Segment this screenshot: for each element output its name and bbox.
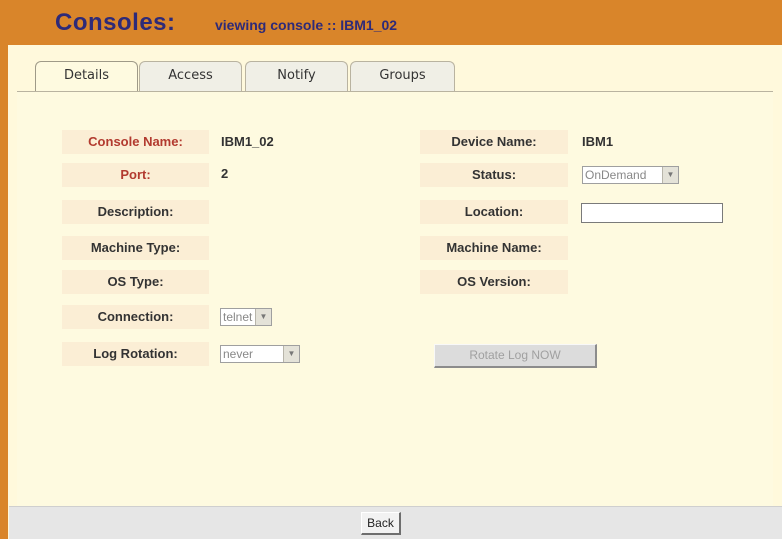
status-label: Status: [420,163,568,187]
connection-label: Connection: [62,305,209,329]
page-title: Consoles: [55,9,176,36]
tab-access[interactable]: Access [139,61,242,91]
tab-notify[interactable]: Notify [245,61,348,91]
rotate-log-button[interactable]: Rotate Log NOW [434,344,597,368]
bottom-margin [0,539,782,547]
status-select[interactable]: OnDemand ▼ [582,166,679,184]
log-rotation-label: Log Rotation: [62,342,209,366]
tab-groups[interactable]: Groups [350,61,455,91]
device-name-label: Device Name: [420,130,568,154]
log-rotation-select[interactable]: never ▼ [220,345,300,363]
machine-name-label: Machine Name: [420,236,568,260]
os-type-label: OS Type: [62,270,209,294]
os-version-label: OS Version: [420,270,568,294]
chevron-down-icon[interactable]: ▼ [283,346,299,362]
console-name-value: IBM1_02 [221,134,274,149]
device-name-value: IBM1 [582,134,614,149]
location-label: Location: [420,200,568,224]
description-label: Description: [62,200,209,224]
location-input[interactable] [581,203,723,223]
connection-select[interactable]: telnet ▼ [220,308,272,326]
port-value: 2 [221,166,229,181]
connection-select-value: telnet [223,310,253,324]
back-button[interactable]: Back [361,512,401,535]
chevron-down-icon[interactable]: ▼ [662,167,678,183]
console-name-label: Console Name: [62,130,209,154]
left-border-bar [0,45,8,547]
log-rotation-select-value: never [223,347,254,361]
console-details-window: Consoles: viewing console :: IBM1_02 Det… [0,0,782,547]
page-header: Consoles: viewing console :: IBM1_02 [0,0,782,45]
chevron-down-icon[interactable]: ▼ [255,309,271,325]
details-content [17,92,773,506]
machine-type-label: Machine Type: [62,236,209,260]
status-select-value: OnDemand [585,168,647,182]
port-label: Port: [62,163,209,187]
page-subtitle: viewing console :: IBM1_02 [215,17,398,33]
tab-details[interactable]: Details [35,61,138,92]
